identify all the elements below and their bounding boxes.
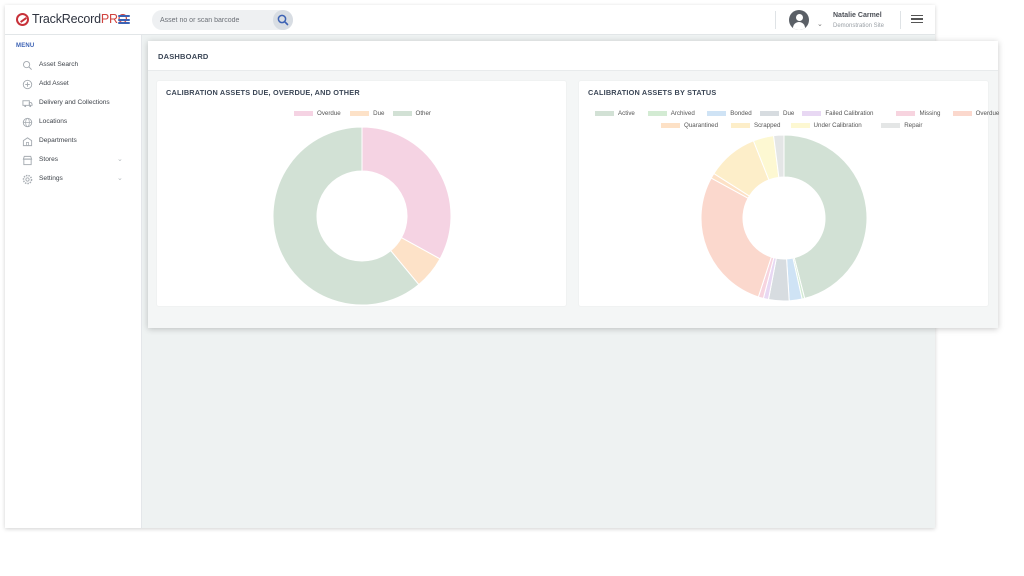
top-bar: TrackRecordPRO ⌄ Natalie Carmel Demonstr… [5, 5, 935, 35]
legend-label: Due [373, 110, 385, 117]
legend-label: Repair [904, 122, 923, 129]
logo-text: TrackRecord [32, 12, 101, 26]
chart-card-by-status: CALIBRATION ASSETS BY STATUS Active Archi… [579, 81, 999, 306]
legend-swatch [790, 123, 810, 128]
legend-item-failed-calibration[interactable]: Failed Calibration [802, 110, 874, 117]
legend-item-overdue[interactable]: Overdue [294, 110, 341, 117]
legend-swatch [595, 111, 614, 116]
store-icon [22, 155, 33, 166]
donut-chart [272, 126, 452, 306]
sidebar-item-add-asset[interactable]: Add Asset [5, 76, 142, 94]
chevron-down-icon: ⌄ [117, 156, 123, 163]
legend-label: Other [415, 110, 431, 117]
legend-item-active[interactable]: Active [595, 110, 635, 117]
gear-icon [22, 174, 33, 185]
search-input[interactable] [160, 13, 270, 27]
legend-item-under-calibration[interactable]: Under Calibration [790, 122, 862, 129]
legend-swatch [802, 111, 822, 116]
user-avatar[interactable] [789, 10, 809, 30]
app-logo[interactable]: TrackRecord PRO [16, 12, 128, 26]
sidebar-item-settings[interactable]: Settings ⌄ [5, 171, 142, 189]
legend-label: Overdue [317, 110, 341, 117]
legend-item-due[interactable]: Due [760, 110, 794, 117]
chart-card-due-overdue: CALIBRATION ASSETS DUE, OVERDUE, AND OTH… [157, 81, 566, 306]
legend-label: Archived [670, 110, 695, 117]
header-divider [775, 11, 776, 29]
legend-swatch [707, 111, 727, 116]
sidebar-item-label: Settings [39, 175, 63, 182]
legend-item-archived[interactable]: Archived [647, 110, 695, 117]
menu-icon[interactable] [911, 15, 923, 24]
sidebar: MENU Asset Search Add Asset Delivery and… [5, 35, 142, 528]
legend-item-scrapped[interactable]: Scrapped [730, 122, 781, 129]
search-icon [277, 14, 289, 26]
legend-label: Missing [919, 110, 941, 117]
menu-title: MENU [16, 43, 35, 49]
legend-swatch [760, 111, 779, 116]
add-circle-icon [22, 79, 33, 90]
legend-label: Scrapped [753, 122, 781, 129]
legend-label: Quarantined [684, 122, 719, 129]
sidebar-item-asset-search[interactable]: Asset Search [5, 57, 142, 75]
search-icon [23, 61, 32, 70]
legend-swatch [392, 111, 412, 116]
legend-label: Active [618, 110, 635, 117]
sidebar-item-locations[interactable]: Locations [5, 114, 142, 132]
dashboard-panel: DASHBOARD CALIBRATION ASSETS DUE, OVERDU… [148, 41, 999, 328]
sidebar-item-label: Delivery and Collections [39, 99, 110, 106]
legend-item-due[interactable]: Due [350, 110, 385, 117]
legend-label: Overdue [975, 110, 1000, 117]
sidebar-toggle-icon[interactable] [118, 15, 130, 24]
chart-title: CALIBRATION ASSETS DUE, OVERDUE, AND OTH… [166, 88, 360, 97]
legend-item-overdue[interactable]: Overdue [952, 110, 1000, 117]
donut-chart [700, 134, 868, 302]
chevron-down-icon: ⌄ [117, 175, 123, 182]
legend-item-missing[interactable]: Missing [896, 110, 940, 117]
sidebar-item-label: Stores [39, 156, 59, 163]
logo-mark-icon [16, 12, 29, 26]
legend-item-bonded[interactable]: Bonded [707, 110, 752, 117]
header-divider [900, 11, 901, 29]
legend-item-other[interactable]: Other [392, 110, 431, 117]
sidebar-item-stores[interactable]: Stores ⌄ [5, 152, 142, 170]
legend-label: Under Calibration [813, 122, 862, 129]
building-icon [22, 137, 33, 147]
legend-swatch [350, 111, 370, 116]
sidebar-item-delivery-and-collections[interactable]: Delivery and Collections [5, 95, 142, 113]
search-button[interactable] [273, 10, 293, 30]
legend-swatch [294, 111, 313, 116]
donut-slice-overdue[interactable] [700, 177, 772, 298]
chevron-down-icon[interactable]: ⌄ [817, 20, 823, 28]
legend-swatch [952, 111, 972, 116]
legend-swatch [896, 111, 916, 116]
legend-item-quarantined[interactable]: Quarantined [661, 122, 718, 129]
sidebar-item-departments[interactable]: Departments [5, 133, 142, 151]
globe-icon [22, 117, 33, 128]
legend-item-repair[interactable]: Repair [881, 122, 922, 129]
page-title: DASHBOARD [158, 52, 209, 61]
legend-swatch [647, 111, 667, 116]
user-site: Demonstration Site [833, 23, 885, 29]
donut-slice-overdue[interactable] [361, 126, 452, 260]
sidebar-item-label: Departments [39, 137, 77, 144]
chart-title: CALIBRATION ASSETS BY STATUS [588, 88, 717, 97]
dashboard-header: DASHBOARD [148, 41, 998, 71]
legend-swatch [881, 123, 901, 128]
legend-label: Failed Calibration [825, 110, 874, 117]
user-name[interactable]: Natalie Carmel [833, 12, 882, 19]
sidebar-item-label: Locations [39, 118, 68, 125]
search-box [152, 10, 293, 30]
legend-swatch [661, 123, 680, 128]
sidebar-item-label: Add Asset [39, 80, 69, 87]
legend-label: Due [783, 110, 795, 117]
truck-icon [22, 100, 33, 108]
legend-label: Bonded [730, 110, 752, 117]
legend-swatch [730, 123, 750, 128]
sidebar-item-label: Asset Search [39, 61, 79, 68]
